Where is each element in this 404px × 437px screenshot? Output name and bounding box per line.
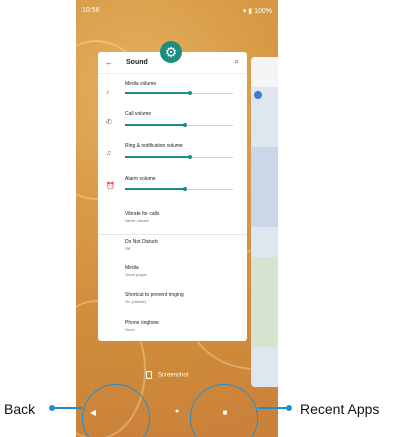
slider-fill	[125, 156, 190, 158]
setting-do-not-disturb[interactable]: Do Not Disturb Off	[98, 237, 247, 257]
battery-level: 100%	[254, 8, 272, 15]
setting-subtitle: Off	[125, 246, 131, 251]
wifi-icon: ▾	[242, 8, 247, 15]
settings-app-icon[interactable]: ⚙	[160, 41, 182, 63]
setting-phone-ringtone[interactable]: Phone ringtone None	[98, 318, 247, 338]
phone-icon: ✆	[106, 119, 112, 126]
setting-title: Media	[125, 265, 139, 271]
ring-volume-slider[interactable]	[125, 155, 233, 159]
bell-icon: ♫	[106, 150, 112, 157]
setting-title: Do Not Disturb	[125, 239, 158, 245]
battery-icon: ▮	[248, 8, 253, 15]
slider-fill	[125, 188, 186, 190]
alarm-volume-slider[interactable]	[125, 187, 233, 191]
setting-title: Vibrate for calls	[125, 211, 160, 217]
back-callout-line	[52, 407, 82, 409]
screenshot-button[interactable]: Screenshot	[146, 371, 226, 381]
setting-title: Ring & notification volume	[125, 143, 183, 149]
recent-apps-callout-label: Recent Apps	[300, 401, 380, 417]
media-volume-slider[interactable]	[125, 91, 233, 95]
status-time: 10:56	[82, 7, 100, 14]
setting-title: Alarm volume	[125, 176, 156, 182]
call-volume-slider[interactable]	[125, 123, 233, 127]
page-title: Sound	[126, 59, 148, 66]
setting-title: Call volume	[125, 111, 152, 117]
screenshot-label: Screenshot	[158, 372, 189, 379]
slider-thumb[interactable]	[187, 91, 192, 95]
setting-media[interactable]: Media Show player	[98, 263, 247, 283]
back-arrow-icon[interactable]: ←	[105, 58, 113, 67]
card-content	[251, 257, 278, 347]
card-content	[251, 147, 278, 227]
status-icons: ▾ ▮ 100%	[243, 7, 272, 15]
setting-title: Shortcut to prevent ringing	[125, 292, 184, 298]
back-callout-label: Back	[4, 401, 36, 417]
status-bar: 10:56 ▾ ▮ 100%	[76, 0, 278, 20]
setting-subtitle: Never vibrate	[125, 218, 149, 223]
slider-fill	[125, 92, 190, 94]
divider	[98, 234, 247, 235]
screen: 10:56 ▾ ▮ 100% Screenshot ◀ ● ■ ⚙ ← Soun…	[0, 0, 404, 437]
setting-title: Media volume	[125, 81, 157, 87]
avatar	[254, 91, 262, 99]
recent-apps-callout-line	[258, 407, 289, 409]
slider-thumb[interactable]	[183, 123, 188, 127]
setting-subtitle: None	[125, 327, 135, 332]
slider-thumb[interactable]	[183, 187, 188, 191]
slider-fill	[125, 124, 186, 126]
screenshot-icon	[146, 371, 152, 379]
setting-vibrate-for-calls[interactable]: Vibrate for calls Never vibrate	[98, 209, 247, 229]
recent-app-card-settings[interactable]: ← Sound ⌕ ♪ Media volume ✆ Call volume ♫…	[98, 52, 247, 341]
card-header	[251, 57, 278, 87]
music-note-icon: ♪	[106, 89, 110, 96]
setting-title: Phone ringtone	[125, 320, 159, 326]
setting-subtitle: On (vibrate)	[125, 299, 147, 304]
home-button[interactable]: ●	[171, 408, 183, 415]
setting-shortcut-prevent-ringing[interactable]: Shortcut to prevent ringing On (vibrate)	[98, 290, 247, 310]
slider-thumb[interactable]	[187, 155, 192, 159]
recent-app-card-next[interactable]	[251, 57, 278, 387]
alarm-clock-icon: ⏰	[106, 183, 115, 190]
setting-subtitle: Show player	[125, 272, 148, 277]
search-icon[interactable]: ⌕	[235, 57, 239, 67]
